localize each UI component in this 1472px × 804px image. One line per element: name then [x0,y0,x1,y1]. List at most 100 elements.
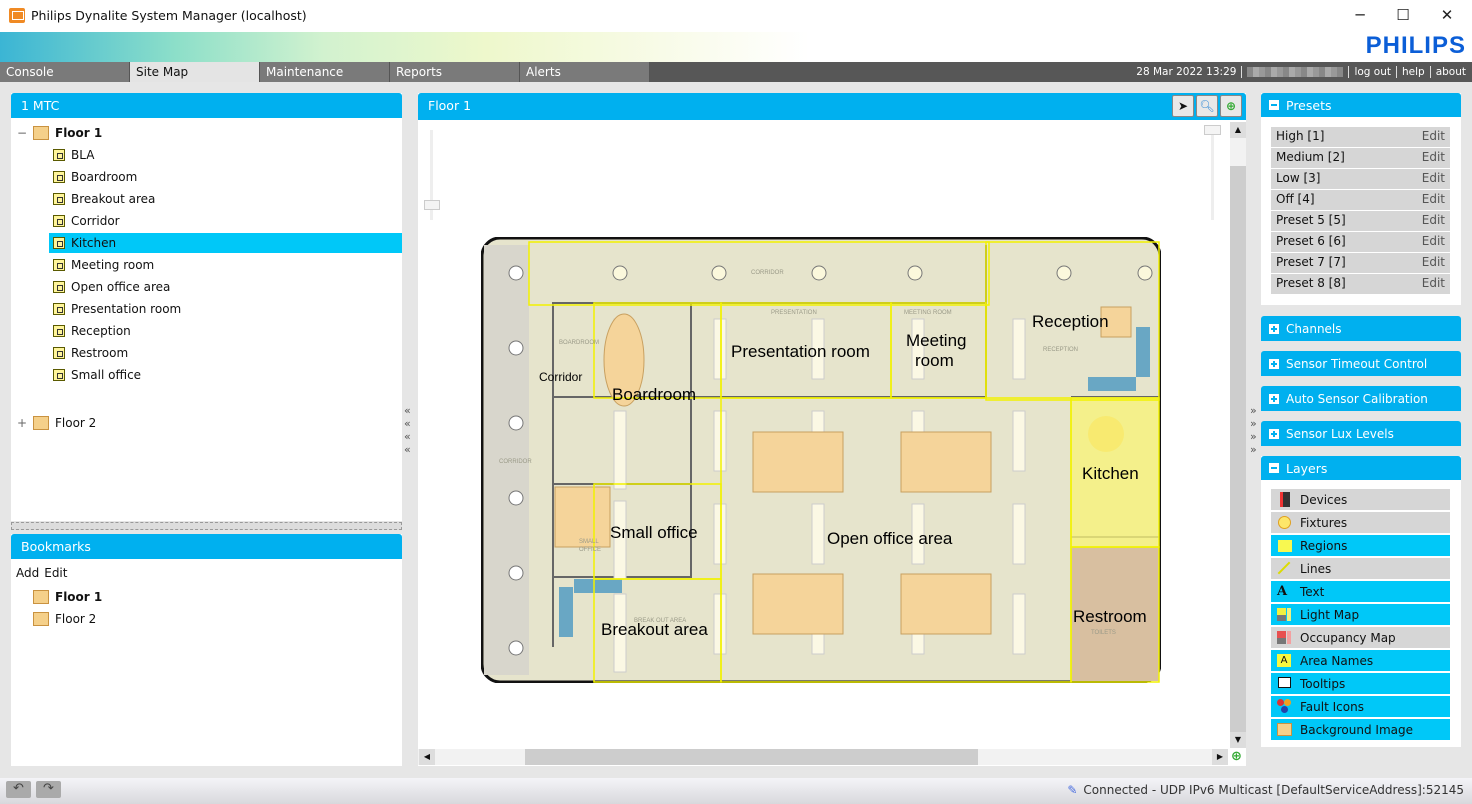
preset-row[interactable]: Preset 8 [8] Edit [1271,274,1450,294]
tree-area-meeting-room[interactable]: Meeting room [49,255,402,275]
tab-site-map[interactable]: Site Map [130,62,260,82]
preset-edit-link[interactable]: Edit [1422,276,1445,292]
tab-reports[interactable]: Reports [390,62,520,82]
add-bookmark-link[interactable]: Add [16,566,39,580]
preset-edit-link[interactable]: Edit [1422,234,1445,250]
layer-toggle-occupancy-map[interactable]: Occupancy Map [1271,627,1450,648]
preset-row[interactable]: Preset 6 [6] Edit [1271,232,1450,252]
preset-edit-link[interactable]: Edit [1422,192,1445,208]
tree-area-corridor[interactable]: Corridor [49,211,402,231]
preset-edit-link[interactable]: Edit [1422,213,1445,229]
tree-area-breakout-area[interactable]: Breakout area [49,189,402,209]
preset-name: Preset 6 [6] [1276,234,1346,248]
floor-icon [33,590,49,604]
pan-corner-icon[interactable]: ⊕ [1231,749,1242,764]
preset-row[interactable]: High [1] Edit [1271,127,1450,147]
preset-edit-link[interactable]: Edit [1422,171,1445,187]
close-button[interactable]: ✕ [1424,4,1470,28]
tree-area-restroom[interactable]: Restroom [49,343,402,363]
section-sensor-lux-levels[interactable]: Sensor Lux Levels [1261,421,1461,446]
layer-toggle-fault-icons[interactable]: Fault Icons [1271,696,1450,717]
tab-alerts[interactable]: Alerts [520,62,650,82]
floor-plan[interactable]: CORRIDOR CORRIDOR PRESENTATION MEETING R… [481,237,1161,683]
pointer-icon: ➤ [1177,99,1189,113]
section-channels[interactable]: Channels [1261,316,1461,341]
expand-toggle[interactable]: + [17,416,27,430]
horizontal-scroll-thumb[interactable] [525,749,978,765]
area-icon [53,193,65,205]
scroll-right-button[interactable]: ▶ [1212,749,1228,765]
preset-edit-link[interactable]: Edit [1422,150,1445,166]
tree-floor-1[interactable]: − Floor 1 [17,123,102,143]
layer-toggle-fixtures[interactable]: Fixtures [1271,512,1450,533]
help-link[interactable]: help [1402,66,1425,78]
layer-toggle-light-map[interactable]: Light Map [1271,604,1450,625]
tab-maintenance[interactable]: Maintenance [260,62,390,82]
window-title: Philips Dynalite System Manager (localho… [31,8,307,23]
about-link[interactable]: about [1436,66,1466,78]
panel-splitter[interactable] [11,522,402,530]
tree-area-reception[interactable]: Reception [49,321,402,341]
preset-edit-link[interactable]: Edit [1422,255,1445,271]
tree-area-kitchen[interactable]: Kitchen [49,233,402,253]
collapse-right-handle[interactable]: »»»» [1250,404,1260,456]
svg-text:TOILETS: TOILETS [1091,630,1116,636]
minimize-button[interactable]: ─ [1337,4,1383,28]
layer-toggle-lines[interactable]: Lines [1271,558,1450,579]
tree-area-bla[interactable]: BLA [49,145,402,165]
bookmark-label: Floor 2 [55,612,97,626]
layer-toggle-regions[interactable]: Regions [1271,535,1450,556]
pointer-tool-button[interactable]: ➤ [1172,95,1194,117]
preset-edit-link[interactable]: Edit [1422,129,1445,145]
tree-area-boardroom[interactable]: Boardroom [49,167,402,187]
presets-header[interactable]: Presets [1261,93,1461,117]
tree-area-open-office-area[interactable]: Open office area [49,277,402,297]
svg-text:BOARDROOM: BOARDROOM [559,340,599,346]
zoom-tool-button[interactable]: 🔍︎ [1196,95,1218,117]
zoom-slider-thumb-right[interactable] [1204,125,1221,135]
expand-icon [1269,358,1279,369]
bookmark-floor-2[interactable]: Floor 2 [33,609,96,629]
scroll-down-button[interactable]: ▼ [1230,732,1246,748]
tab-console[interactable]: Console [0,62,130,82]
collapse-toggle[interactable]: − [17,126,27,140]
section-auto-sensor-calibration[interactable]: Auto Sensor Calibration [1261,386,1461,411]
preset-row[interactable]: Medium [2] Edit [1271,148,1450,168]
svg-text:CORRIDOR: CORRIDOR [499,459,532,465]
area-icon [53,347,65,359]
edit-bookmark-link[interactable]: Edit [44,566,67,580]
forward-button[interactable]: ↷ [36,781,61,798]
logout-link[interactable]: log out [1354,66,1391,78]
layer-toggle-devices[interactable]: Devices [1271,489,1450,510]
datetime: 28 Mar 2022 13:29 [1136,66,1237,78]
layer-label: Background Image [1300,722,1413,737]
tree-floor-2[interactable]: + Floor 2 [17,413,96,433]
svg-text:SMALL: SMALL [579,539,599,545]
vertical-scroll-thumb[interactable] [1230,166,1246,732]
layer-toggle-text[interactable]: A Text [1271,581,1450,602]
bookmark-label: Floor 1 [55,590,103,604]
zoom-slider-track-right[interactable] [1211,130,1214,220]
layer-toggle-area-names[interactable]: A Area Names [1271,650,1450,671]
preset-row[interactable]: Preset 7 [7] Edit [1271,253,1450,273]
tree-area-small-office[interactable]: Small office [49,365,402,385]
layer-toggle-tooltips[interactable]: Tooltips [1271,673,1450,694]
preset-row[interactable]: Preset 5 [5] Edit [1271,211,1450,231]
bookmark-floor-1[interactable]: Floor 1 [33,587,102,607]
preset-row[interactable]: Low [3] Edit [1271,169,1450,189]
tree-label: Restroom [71,346,129,360]
layer-label: Fixtures [1300,515,1348,530]
area-icon [53,171,65,183]
collapse-left-handle[interactable]: «««« [404,404,414,456]
maximize-button[interactable]: ☐ [1380,4,1426,28]
pan-tool-button[interactable]: ⊕ [1220,95,1242,117]
layers-header[interactable]: Layers [1261,456,1461,480]
back-button[interactable]: ↶ [6,781,31,798]
scroll-left-button[interactable]: ◀ [419,749,435,765]
layer-toggle-background-image[interactable]: Background Image [1271,719,1450,740]
section-sensor-timeout-control[interactable]: Sensor Timeout Control [1261,351,1461,376]
zoom-slider-thumb[interactable] [424,200,440,210]
tree-area-presentation-room[interactable]: Presentation room [49,299,402,319]
scroll-up-button[interactable]: ▲ [1230,122,1246,138]
preset-row[interactable]: Off [4] Edit [1271,190,1450,210]
